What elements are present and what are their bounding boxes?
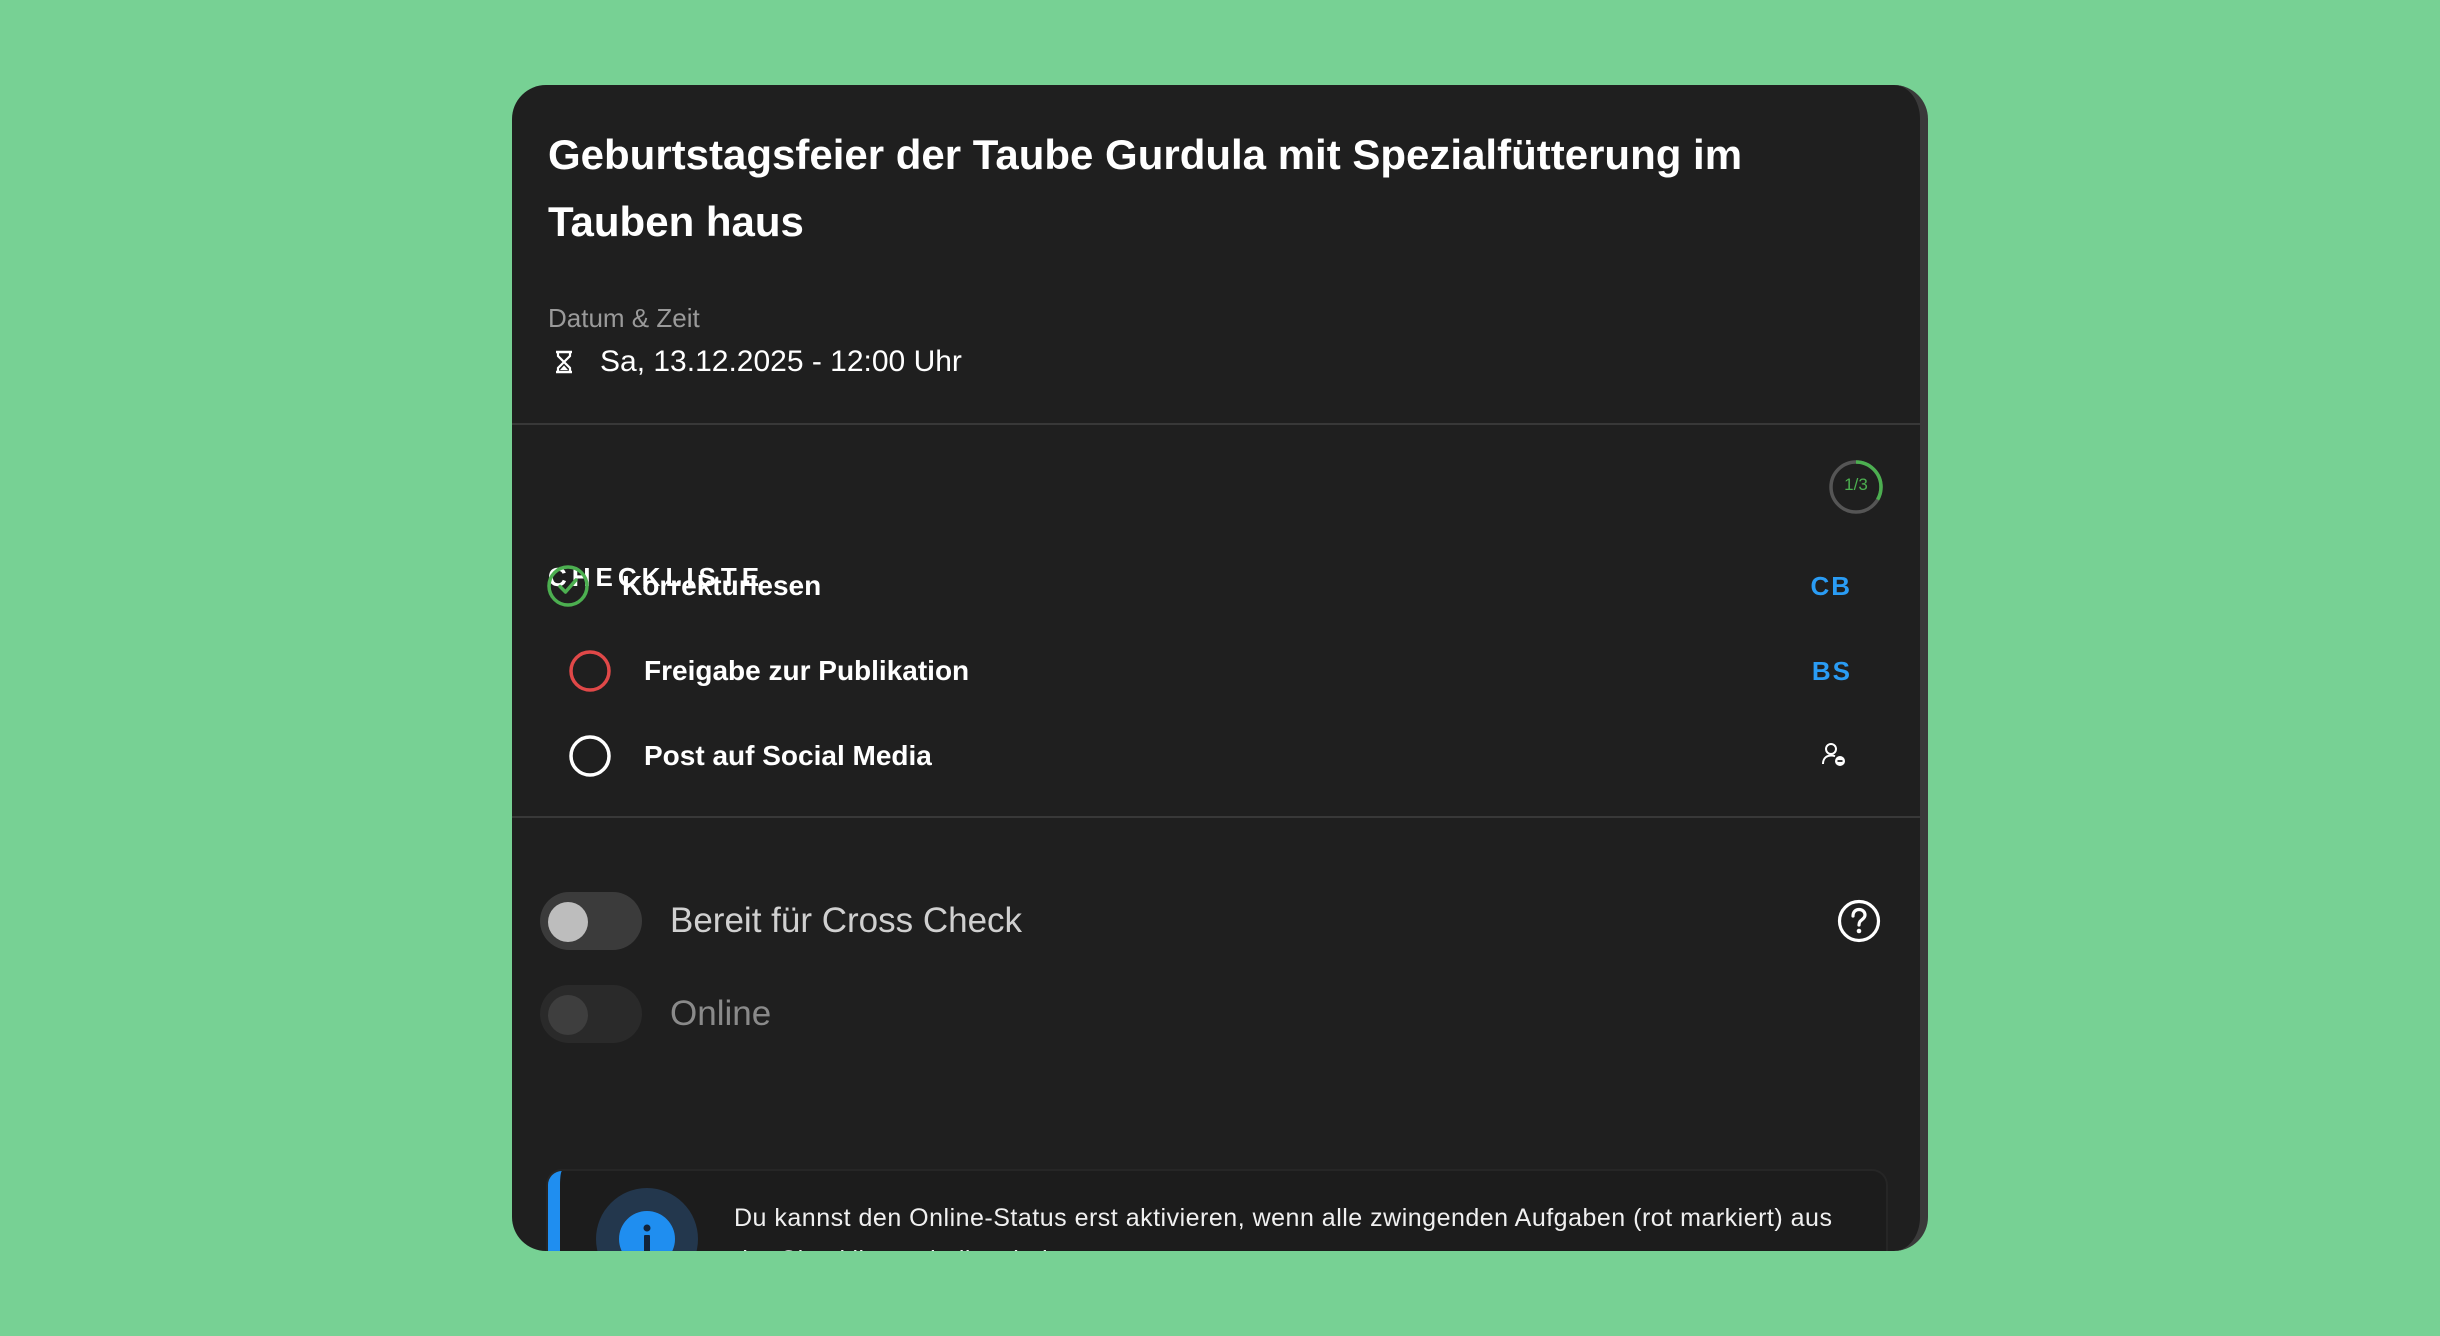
help-circle-icon[interactable] [1836,898,1882,944]
datetime-label: Datum & Zeit [548,303,700,333]
assignee-initials[interactable]: BS [1812,656,1852,687]
info-callout: Du kannst den Online-Status erst aktivie… [548,1171,1886,1251]
event-card: Geburtstagsfeier der Taube Gurdula mit S… [512,85,1928,1251]
event-title: Geburtstagsfeier der Taube Gurdula mit S… [548,131,1743,245]
info-text: Du kannst den Online-Status erst aktivie… [734,1204,1833,1251]
checklist-item-label: Korrekturlesen [622,570,822,601]
checklist-item-label: Freigabe zur Publikation [644,655,970,686]
cross-check-toggle[interactable] [540,892,642,950]
cross-check-label: Bereit für Cross Check [670,901,1023,940]
progress-text: 1/3 [1844,475,1868,494]
online-toggle [540,985,642,1043]
circle-icon[interactable] [568,734,612,778]
assign-person-icon[interactable] [1820,741,1848,776]
online-label: Online [670,994,772,1033]
checklist-item[interactable]: Post auf Social Media [568,731,1886,781]
toggle-knob [548,995,588,1035]
info-icon [596,1188,698,1251]
divider [512,816,1920,818]
assignee-initials[interactable]: CB [1810,571,1852,602]
datetime-row: Sa, 13.12.2025 - 12:00 Uhr [548,340,962,384]
toggle-knob [548,902,588,942]
checklist-item[interactable]: Freigabe zur Publikation BS [568,646,1886,696]
datetime-value: Sa, 13.12.2025 - 12:00 Uhr [600,345,962,378]
online-toggle-row: Online [540,984,771,1044]
check-circle-icon[interactable] [546,564,590,608]
circle-icon[interactable] [568,649,612,693]
checklist-progress: 1/3 [1828,459,1884,515]
cross-check-toggle-row[interactable]: Bereit für Cross Check [540,891,1022,951]
checklist-item-label: Post auf Social Media [644,740,932,771]
hourglass-icon [550,345,578,379]
checklist-item[interactable]: Korrekturlesen CB [546,561,1886,611]
divider [512,423,1920,425]
